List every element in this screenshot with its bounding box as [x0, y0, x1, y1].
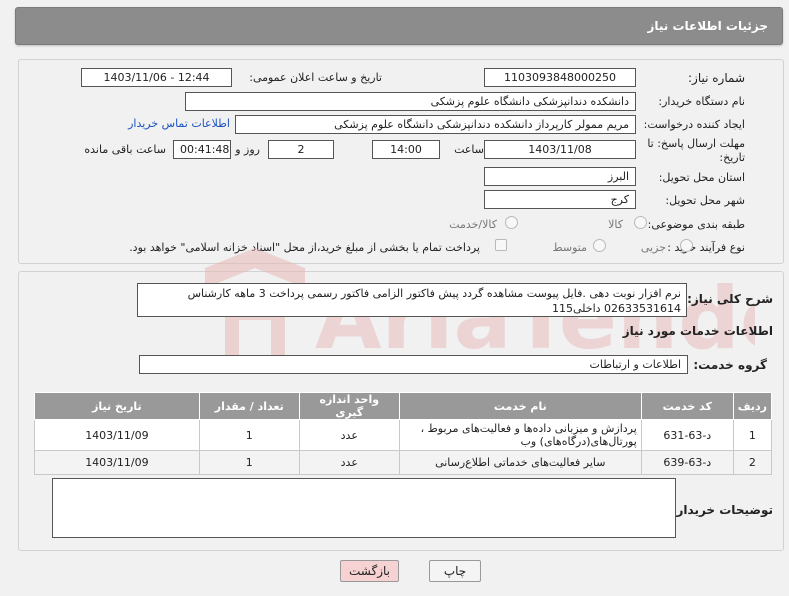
table-header-row: ردیف کد خدمت نام خدمت واحد اندازه گیری ت… [34, 392, 773, 420]
days-label: روز و [235, 143, 260, 156]
print-button[interactable]: چاپ [429, 560, 481, 582]
cell-code: د-63-631 [640, 419, 734, 451]
treasury-payment-checkbox[interactable] [495, 239, 507, 251]
city-field: کرج [484, 190, 636, 209]
cell-unit: عدد [298, 450, 400, 475]
province-label: استان محل تحویل: [658, 171, 745, 184]
buyer-org-label: نام دستگاه خریدار: [658, 95, 745, 108]
category-goods-radio[interactable] [634, 216, 647, 229]
creator-field: مریم ممولر کارپرداز دانشکده دندانپزشکی د… [235, 115, 636, 134]
cell-code: د-63-639 [640, 450, 734, 475]
cell-qty: 1 [198, 419, 300, 451]
cell-row: 2 [732, 450, 773, 475]
page-title: جزئیات اطلاعات نیاز [647, 19, 768, 33]
announce-date-field: 1403/11/06 - 12:44 [81, 68, 232, 87]
cell-qty: 1 [198, 450, 300, 475]
category-goods-service-label: کالا/خدمت [449, 218, 497, 231]
table-row: 2 د-63-639 سایر فعالیت‌های خدماتی اطلاع‌… [34, 450, 773, 475]
col-date: تاریخ نیاز [34, 392, 200, 420]
back-button[interactable]: بازگشت [340, 560, 399, 582]
process-minor-label: جزیی [640, 241, 666, 254]
remaining-time-label: ساعت باقی مانده [84, 143, 166, 156]
deadline-time-field: 14:00 [372, 140, 440, 159]
page-header: جزئیات اطلاعات نیاز [15, 7, 783, 45]
cell-date: 1403/11/09 [34, 419, 200, 451]
services-section-title: اطلاعات خدمات مورد نیاز [622, 324, 773, 338]
cell-unit: عدد [298, 419, 400, 451]
deadline-date-field: 1403/11/08 [484, 140, 636, 159]
cell-date: 1403/11/09 [34, 450, 200, 475]
col-code: کد خدمت [640, 392, 734, 420]
process-type-label: نوع فرآیند خرید : [667, 241, 745, 254]
category-goods-service-radio[interactable] [505, 216, 518, 229]
process-medium-radio[interactable] [593, 239, 606, 252]
city-label: شهر محل تحویل: [665, 194, 745, 207]
buyer-notes-label: توضیحات خریدار: [671, 503, 773, 517]
process-minor-radio[interactable] [680, 239, 693, 252]
remaining-time-field: 00:41:48 [173, 140, 231, 159]
creator-label: ایجاد کننده درخواست: [643, 118, 745, 131]
deadline-label: مهلت ارسال پاسخ: تا تاریخ: [647, 137, 745, 164]
remaining-days-field: 2 [268, 140, 334, 159]
service-group-field: اطلاعات و ارتباطات [139, 355, 688, 374]
process-medium-label: متوسط [552, 241, 587, 254]
col-row: ردیف [732, 392, 773, 420]
cell-row: 1 [732, 419, 773, 451]
cell-name: سایر فعالیت‌های خدماتی اطلاع‌رسانی [398, 450, 642, 475]
buyer-contact-link[interactable]: اطلاعات تماس خریدار [128, 117, 230, 130]
col-qty: تعداد / مقدار [198, 392, 300, 420]
announce-date-label: تاریخ و ساعت اعلان عمومی: [249, 71, 382, 84]
services-table: ردیف کد خدمت نام خدمت واحد اندازه گیری ت… [34, 392, 773, 475]
service-group-label: گروه خدمت: [693, 358, 767, 372]
col-unit: واحد اندازه گیری [298, 392, 400, 420]
cell-name: پردازش و میزبانی داده‌ها و فعالیت‌های مر… [398, 419, 642, 451]
description-label: شرح کلی نیاز: [687, 292, 773, 306]
buyer-org-field: دانشکده دندانپزشکی دانشگاه علوم پزشکی [185, 92, 636, 111]
category-goods-label: کالا [608, 218, 623, 231]
province-field: البرز [484, 167, 636, 186]
buyer-notes-field[interactable] [52, 478, 676, 538]
category-label: طبقه بندی موضوعی: [647, 218, 745, 231]
deadline-time-label: ساعت [454, 143, 484, 156]
col-name: نام خدمت [398, 392, 642, 420]
need-number-label: شماره نیاز: [688, 71, 745, 85]
treasury-payment-note: پرداخت تمام یا بخشی از مبلغ خرید،از محل … [129, 241, 480, 254]
need-number-field: 1103093848000250 [484, 68, 636, 87]
description-field: نرم افزار نوبت دهی .فایل پیوست مشاهده گر… [137, 283, 687, 317]
table-row: 1 د-63-631 پردازش و میزبانی داده‌ها و فع… [34, 419, 773, 451]
